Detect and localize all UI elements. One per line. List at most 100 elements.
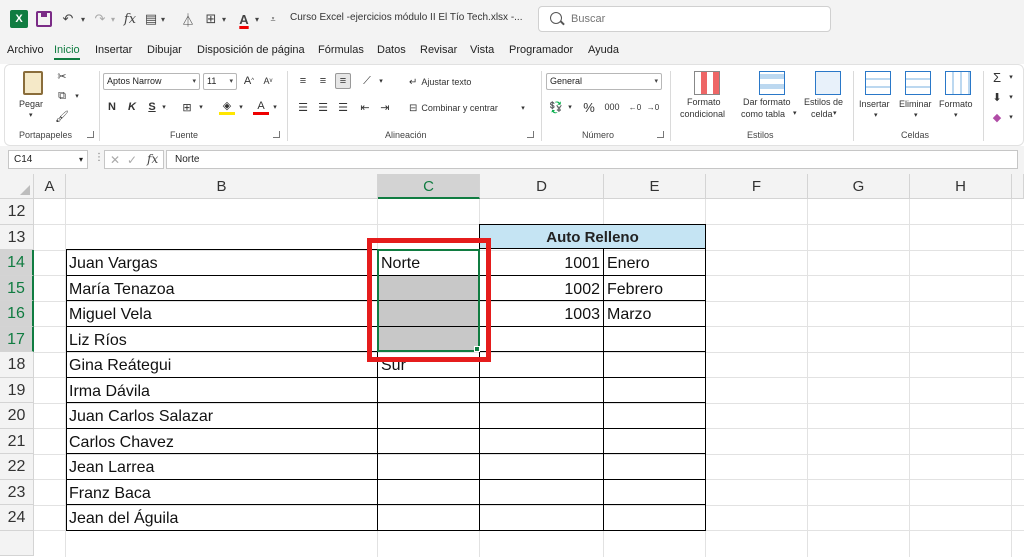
percent-button[interactable]: % bbox=[581, 99, 597, 115]
orientation-dropdown-icon[interactable]: ▾ bbox=[377, 73, 385, 89]
decrease-decimal-icon[interactable]: →0 bbox=[645, 99, 661, 115]
currency-icon[interactable]: 💱 bbox=[548, 99, 564, 115]
alineacion-launcher-icon[interactable] bbox=[527, 131, 534, 138]
underline-button[interactable]: S bbox=[145, 99, 159, 115]
portapapeles-launcher-icon[interactable] bbox=[87, 131, 94, 138]
column-header-f[interactable]: F bbox=[706, 174, 808, 199]
column-header-e[interactable]: E bbox=[604, 174, 706, 199]
numero-launcher-icon[interactable] bbox=[657, 131, 664, 138]
select-all-button[interactable] bbox=[0, 174, 34, 199]
row-header-14[interactable]: 14 bbox=[0, 250, 34, 276]
italic-button[interactable]: K bbox=[125, 99, 139, 115]
copy-icon[interactable]: ⧉ bbox=[55, 89, 69, 103]
column-header-h[interactable]: H bbox=[910, 174, 1012, 199]
fill-dropdown-icon[interactable]: ▾ bbox=[1007, 89, 1015, 105]
redo-icon[interactable]: ↷ bbox=[92, 9, 108, 29]
save-icon[interactable] bbox=[36, 11, 52, 27]
column-header-g[interactable]: G bbox=[808, 174, 910, 199]
currency-dropdown-icon[interactable]: ▾ bbox=[566, 99, 574, 115]
bold-button[interactable]: N bbox=[105, 99, 119, 115]
wrap-text-button[interactable]: ↵ Ajustar texto bbox=[409, 75, 489, 89]
cell-d16[interactable]: 1003 bbox=[480, 301, 603, 326]
row-header-12[interactable]: 12 bbox=[0, 199, 34, 225]
borders-dropdown-icon[interactable]: ▾ bbox=[197, 99, 205, 115]
column-header-c[interactable]: C bbox=[378, 174, 480, 199]
autosum-dropdown-icon[interactable]: ▾ bbox=[1007, 69, 1015, 85]
search-box[interactable] bbox=[538, 6, 831, 32]
more-icon[interactable]: ⋮ bbox=[94, 152, 104, 163]
row-header-22[interactable]: 22 bbox=[0, 454, 34, 480]
row-header-20[interactable]: 20 bbox=[0, 403, 34, 429]
format-painter-icon[interactable]: 🖌 bbox=[55, 109, 69, 123]
form-dropdown-icon[interactable]: ▾ bbox=[159, 9, 167, 29]
row-header-13[interactable]: 13 bbox=[0, 224, 34, 250]
format-as-table-button[interactable]: Dar formato como tabla ▾ bbox=[739, 69, 801, 125]
tab-ayuda[interactable]: Ayuda bbox=[588, 44, 619, 56]
column-header-b[interactable]: B bbox=[66, 174, 378, 199]
spreadsheet-grid[interactable]: A B C D E F G H 12 13 14 15 16 17 18 19 … bbox=[0, 174, 1024, 557]
cell-b17[interactable]: Liz Ríos bbox=[66, 327, 377, 352]
fill-color-dropdown-icon[interactable]: ▾ bbox=[237, 99, 245, 115]
auto-relleno-header[interactable]: Auto Relleno bbox=[479, 224, 706, 249]
decrease-font-icon[interactable]: Av bbox=[261, 73, 275, 89]
fill-icon[interactable]: ⬇ bbox=[989, 89, 1005, 105]
align-top-icon[interactable]: ≡ bbox=[295, 73, 311, 89]
row-header-21[interactable]: 21 bbox=[0, 428, 34, 454]
tab-datos[interactable]: Datos bbox=[377, 44, 406, 56]
cell-styles-button[interactable]: Estilos de celda ▾ bbox=[804, 69, 851, 125]
search-input[interactable] bbox=[571, 10, 821, 28]
underline-dropdown-icon[interactable]: ▾ bbox=[160, 99, 168, 115]
undo-dropdown-icon[interactable]: ▾ bbox=[78, 9, 88, 29]
delete-cells-button[interactable]: Eliminar ▾ bbox=[897, 69, 937, 125]
row-header-16[interactable]: 16 bbox=[0, 301, 34, 327]
font-color-dropdown-icon[interactable]: ▾ bbox=[271, 99, 279, 115]
format-cells-button[interactable]: Formato ▾ bbox=[937, 69, 977, 125]
increase-indent-icon[interactable]: ⇥ bbox=[377, 99, 393, 115]
orientation-icon[interactable]: ⟋ bbox=[359, 73, 375, 89]
align-middle-icon[interactable]: ≡ bbox=[315, 73, 331, 89]
cell-d15[interactable]: 1002 bbox=[480, 276, 603, 301]
cell-b23[interactable]: Franz Baca bbox=[66, 480, 377, 505]
tab-disposicion[interactable]: Disposición de página bbox=[197, 44, 305, 56]
formula-input[interactable]: Norte bbox=[166, 150, 1018, 169]
align-left-icon[interactable]: ☰ bbox=[295, 99, 311, 115]
number-format-select[interactable]: General ▾ bbox=[546, 73, 662, 90]
tab-formulas[interactable]: Fórmulas bbox=[318, 44, 364, 56]
redo-dropdown-icon[interactable]: ▾ bbox=[108, 9, 118, 29]
cell-e15[interactable]: Febrero bbox=[604, 276, 705, 301]
customize-qat-icon[interactable]: ⩡ bbox=[268, 9, 278, 29]
align-right-icon[interactable]: ☰ bbox=[335, 99, 351, 115]
clear-dropdown-icon[interactable]: ▾ bbox=[1007, 109, 1015, 125]
tab-programador[interactable]: Programador bbox=[509, 44, 573, 56]
row-header-17[interactable]: 17 bbox=[0, 326, 34, 352]
tab-archivo[interactable]: Archivo bbox=[7, 44, 44, 56]
font-size-select[interactable]: 11 ▾ bbox=[203, 73, 237, 90]
fuente-launcher-icon[interactable] bbox=[273, 131, 280, 138]
merge-dropdown-icon[interactable]: ▾ bbox=[519, 101, 527, 115]
column-header-i[interactable] bbox=[1012, 174, 1024, 199]
cell-b16[interactable]: Miguel Vela bbox=[66, 301, 377, 326]
tab-dibujar[interactable]: Dibujar bbox=[147, 44, 182, 56]
borders-icon[interactable]: ⊞ bbox=[179, 99, 195, 115]
undo-icon[interactable]: ↶ bbox=[60, 9, 76, 29]
cell-b19[interactable]: Irma Dávila bbox=[66, 378, 377, 403]
cell-b15[interactable]: María Tenazoa bbox=[66, 276, 377, 301]
insert-cells-button[interactable]: Insertar ▾ bbox=[857, 69, 897, 125]
tab-insertar[interactable]: Insertar bbox=[95, 44, 132, 56]
cell-b20[interactable]: Juan Carlos Salazar bbox=[66, 403, 377, 428]
font-color-icon[interactable]: A bbox=[236, 9, 252, 29]
row-header-25[interactable] bbox=[0, 530, 34, 556]
align-bottom-icon[interactable]: ≡ bbox=[335, 73, 351, 89]
cut-icon[interactable]: ✂ bbox=[55, 69, 69, 83]
font-color-icon[interactable]: A bbox=[253, 99, 269, 115]
cell-d14[interactable]: 1001 bbox=[480, 250, 603, 275]
fill-color-icon[interactable]: ◈ bbox=[219, 99, 235, 115]
row-header-23[interactable]: 23 bbox=[0, 479, 34, 505]
paste-button[interactable]: Pegar ▾ bbox=[17, 69, 49, 121]
increase-font-icon[interactable]: A ^ bbox=[242, 73, 256, 89]
cell-b24[interactable]: Jean del Águila bbox=[66, 505, 377, 530]
thousands-button[interactable]: 000 bbox=[602, 99, 622, 115]
row-header-15[interactable]: 15 bbox=[0, 275, 34, 301]
cell-e14[interactable]: Enero bbox=[604, 250, 705, 275]
decrease-indent-icon[interactable]: ⇤ bbox=[357, 99, 373, 115]
